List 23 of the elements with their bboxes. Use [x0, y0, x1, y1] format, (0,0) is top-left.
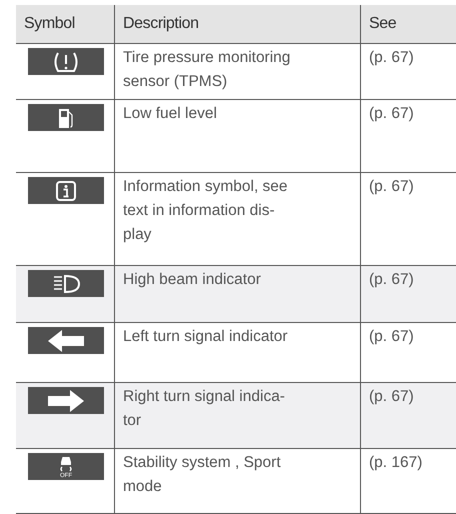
page-reference: (p. 167) [369, 454, 422, 471]
description-text: Left turn signal indicator [123, 328, 288, 345]
description-text: Stability system , Sport mode [123, 454, 281, 495]
description-text: Information symbol, see text in information dis- play [123, 178, 288, 243]
column-header: See [369, 14, 396, 34]
page-reference: (p. 67) [369, 328, 414, 345]
description-text: High beam indicator [123, 271, 261, 288]
left-arrow-icon [46, 328, 86, 352]
column-header: Symbol [24, 14, 75, 34]
info-icon [55, 180, 77, 202]
page-reference: (p. 67) [369, 388, 414, 405]
page-reference: (p. 67) [369, 49, 414, 66]
page-reference: (p. 67) [369, 105, 414, 122]
right-arrow-icon [46, 388, 86, 412]
column-header: Description [123, 14, 199, 34]
description-text: Right turn signal indica- tor [123, 388, 285, 429]
fuel-pump-icon [58, 106, 74, 128]
page-reference: (p. 67) [369, 178, 414, 195]
headlight-icon [51, 272, 81, 294]
description-text: Tire pressure monitoring sensor (TPMS) [123, 49, 290, 90]
page-reference: (p. 67) [369, 271, 414, 288]
description-text: Low fuel level [123, 105, 217, 122]
skidding-car-icon [58, 454, 74, 472]
